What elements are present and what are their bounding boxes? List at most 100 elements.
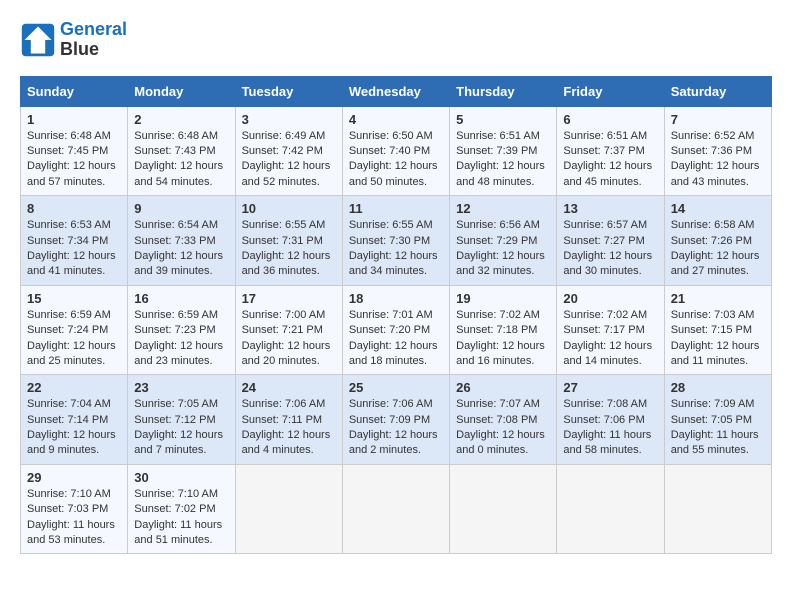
day-number: 3: [242, 112, 336, 127]
logo-text: GeneralBlue: [60, 20, 127, 60]
day-number: 22: [27, 380, 121, 395]
calendar-cell: 15 Sunrise: 6:59 AMSunset: 7:24 PMDaylig…: [21, 285, 128, 375]
header-day-tuesday: Tuesday: [235, 76, 342, 106]
calendar-cell: [664, 464, 771, 554]
day-info: Sunrise: 6:49 AMSunset: 7:42 PMDaylight:…: [242, 129, 336, 191]
day-info: Sunrise: 7:01 AMSunset: 7:20 PMDaylight:…: [349, 308, 443, 370]
day-info: Sunrise: 6:48 AMSunset: 7:45 PMDaylight:…: [27, 129, 121, 191]
calendar-cell: 21 Sunrise: 7:03 AMSunset: 7:15 PMDaylig…: [664, 285, 771, 375]
day-info: Sunrise: 6:54 AMSunset: 7:33 PMDaylight:…: [134, 218, 228, 280]
day-number: 10: [242, 201, 336, 216]
header-day-monday: Monday: [128, 76, 235, 106]
day-number: 19: [456, 291, 550, 306]
calendar-cell: 18 Sunrise: 7:01 AMSunset: 7:20 PMDaylig…: [342, 285, 449, 375]
calendar-cell: 16 Sunrise: 6:59 AMSunset: 7:23 PMDaylig…: [128, 285, 235, 375]
header-day-saturday: Saturday: [664, 76, 771, 106]
header-day-sunday: Sunday: [21, 76, 128, 106]
calendar-cell: 2 Sunrise: 6:48 AMSunset: 7:43 PMDayligh…: [128, 106, 235, 196]
calendar-week-row: 29 Sunrise: 7:10 AMSunset: 7:03 PMDaylig…: [21, 464, 772, 554]
calendar-cell: 26 Sunrise: 7:07 AMSunset: 7:08 PMDaylig…: [450, 375, 557, 465]
calendar-cell: 14 Sunrise: 6:58 AMSunset: 7:26 PMDaylig…: [664, 196, 771, 286]
day-number: 11: [349, 201, 443, 216]
calendar-cell: 17 Sunrise: 7:00 AMSunset: 7:21 PMDaylig…: [235, 285, 342, 375]
day-number: 17: [242, 291, 336, 306]
day-number: 9: [134, 201, 228, 216]
day-info: Sunrise: 7:07 AMSunset: 7:08 PMDaylight:…: [456, 397, 550, 459]
day-info: Sunrise: 7:10 AMSunset: 7:02 PMDaylight:…: [134, 487, 228, 549]
header-day-friday: Friday: [557, 76, 664, 106]
day-number: 8: [27, 201, 121, 216]
calendar-cell: 22 Sunrise: 7:04 AMSunset: 7:14 PMDaylig…: [21, 375, 128, 465]
day-info: Sunrise: 7:00 AMSunset: 7:21 PMDaylight:…: [242, 308, 336, 370]
day-info: Sunrise: 7:02 AMSunset: 7:17 PMDaylight:…: [563, 308, 657, 370]
day-number: 28: [671, 380, 765, 395]
calendar-cell: 12 Sunrise: 6:56 AMSunset: 7:29 PMDaylig…: [450, 196, 557, 286]
day-number: 5: [456, 112, 550, 127]
calendar-header-row: SundayMondayTuesdayWednesdayThursdayFrid…: [21, 76, 772, 106]
day-number: 6: [563, 112, 657, 127]
calendar-cell: 7 Sunrise: 6:52 AMSunset: 7:36 PMDayligh…: [664, 106, 771, 196]
calendar-week-row: 22 Sunrise: 7:04 AMSunset: 7:14 PMDaylig…: [21, 375, 772, 465]
day-number: 16: [134, 291, 228, 306]
calendar-cell: 8 Sunrise: 6:53 AMSunset: 7:34 PMDayligh…: [21, 196, 128, 286]
day-number: 23: [134, 380, 228, 395]
calendar-cell: 24 Sunrise: 7:06 AMSunset: 7:11 PMDaylig…: [235, 375, 342, 465]
calendar-table: SundayMondayTuesdayWednesdayThursdayFrid…: [20, 76, 772, 555]
day-info: Sunrise: 6:59 AMSunset: 7:24 PMDaylight:…: [27, 308, 121, 370]
day-number: 24: [242, 380, 336, 395]
header-day-wednesday: Wednesday: [342, 76, 449, 106]
calendar-cell: 6 Sunrise: 6:51 AMSunset: 7:37 PMDayligh…: [557, 106, 664, 196]
day-number: 25: [349, 380, 443, 395]
calendar-cell: 23 Sunrise: 7:05 AMSunset: 7:12 PMDaylig…: [128, 375, 235, 465]
day-info: Sunrise: 6:52 AMSunset: 7:36 PMDaylight:…: [671, 129, 765, 191]
calendar-cell: 25 Sunrise: 7:06 AMSunset: 7:09 PMDaylig…: [342, 375, 449, 465]
day-info: Sunrise: 6:53 AMSunset: 7:34 PMDaylight:…: [27, 218, 121, 280]
calendar-week-row: 8 Sunrise: 6:53 AMSunset: 7:34 PMDayligh…: [21, 196, 772, 286]
day-number: 1: [27, 112, 121, 127]
day-info: Sunrise: 7:04 AMSunset: 7:14 PMDaylight:…: [27, 397, 121, 459]
calendar-week-row: 15 Sunrise: 6:59 AMSunset: 7:24 PMDaylig…: [21, 285, 772, 375]
day-info: Sunrise: 6:57 AMSunset: 7:27 PMDaylight:…: [563, 218, 657, 280]
calendar-cell: [557, 464, 664, 554]
calendar-cell: 30 Sunrise: 7:10 AMSunset: 7:02 PMDaylig…: [128, 464, 235, 554]
day-info: Sunrise: 7:05 AMSunset: 7:12 PMDaylight:…: [134, 397, 228, 459]
day-number: 12: [456, 201, 550, 216]
day-info: Sunrise: 6:59 AMSunset: 7:23 PMDaylight:…: [134, 308, 228, 370]
day-number: 26: [456, 380, 550, 395]
logo-icon: [20, 22, 56, 58]
day-info: Sunrise: 7:06 AMSunset: 7:09 PMDaylight:…: [349, 397, 443, 459]
day-number: 7: [671, 112, 765, 127]
day-info: Sunrise: 7:09 AMSunset: 7:05 PMDaylight:…: [671, 397, 765, 459]
day-number: 29: [27, 470, 121, 485]
calendar-cell: [450, 464, 557, 554]
day-info: Sunrise: 7:06 AMSunset: 7:11 PMDaylight:…: [242, 397, 336, 459]
day-number: 2: [134, 112, 228, 127]
day-number: 13: [563, 201, 657, 216]
day-number: 21: [671, 291, 765, 306]
calendar-cell: 28 Sunrise: 7:09 AMSunset: 7:05 PMDaylig…: [664, 375, 771, 465]
calendar-week-row: 1 Sunrise: 6:48 AMSunset: 7:45 PMDayligh…: [21, 106, 772, 196]
day-info: Sunrise: 7:10 AMSunset: 7:03 PMDaylight:…: [27, 487, 121, 549]
calendar-cell: [342, 464, 449, 554]
header-day-thursday: Thursday: [450, 76, 557, 106]
calendar-cell: [235, 464, 342, 554]
day-info: Sunrise: 6:55 AMSunset: 7:31 PMDaylight:…: [242, 218, 336, 280]
calendar-cell: 3 Sunrise: 6:49 AMSunset: 7:42 PMDayligh…: [235, 106, 342, 196]
calendar-cell: 29 Sunrise: 7:10 AMSunset: 7:03 PMDaylig…: [21, 464, 128, 554]
day-info: Sunrise: 6:56 AMSunset: 7:29 PMDaylight:…: [456, 218, 550, 280]
day-number: 4: [349, 112, 443, 127]
day-number: 15: [27, 291, 121, 306]
day-number: 30: [134, 470, 228, 485]
calendar-cell: 13 Sunrise: 6:57 AMSunset: 7:27 PMDaylig…: [557, 196, 664, 286]
calendar-cell: 19 Sunrise: 7:02 AMSunset: 7:18 PMDaylig…: [450, 285, 557, 375]
day-number: 20: [563, 291, 657, 306]
calendar-cell: 11 Sunrise: 6:55 AMSunset: 7:30 PMDaylig…: [342, 196, 449, 286]
day-info: Sunrise: 6:51 AMSunset: 7:37 PMDaylight:…: [563, 129, 657, 191]
day-number: 27: [563, 380, 657, 395]
logo: GeneralBlue: [20, 20, 127, 60]
day-info: Sunrise: 6:50 AMSunset: 7:40 PMDaylight:…: [349, 129, 443, 191]
page-header: GeneralBlue: [20, 20, 772, 60]
day-number: 18: [349, 291, 443, 306]
day-info: Sunrise: 7:03 AMSunset: 7:15 PMDaylight:…: [671, 308, 765, 370]
day-info: Sunrise: 7:02 AMSunset: 7:18 PMDaylight:…: [456, 308, 550, 370]
